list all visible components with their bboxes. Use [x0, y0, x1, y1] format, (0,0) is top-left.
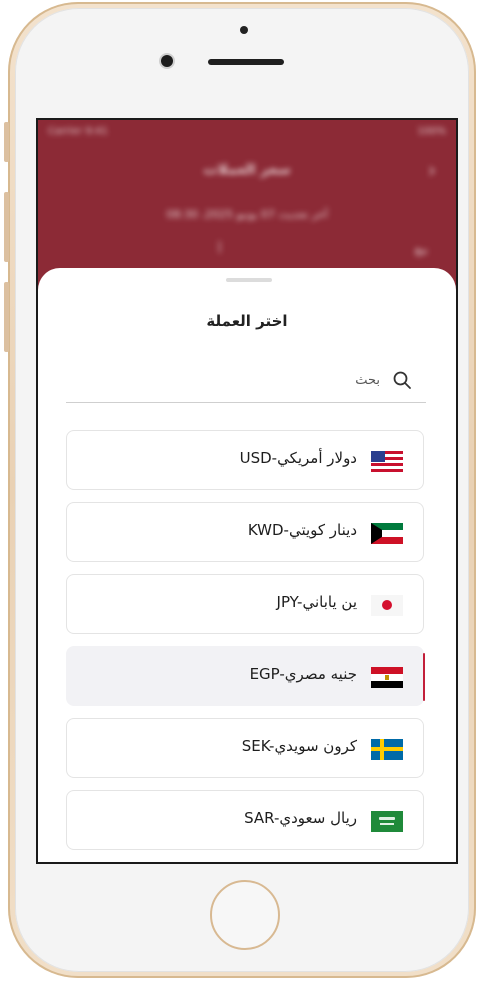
search-input[interactable]	[138, 368, 382, 392]
currency-label: JPY-ين ياباني	[276, 593, 357, 611]
status-right: 100%	[417, 126, 446, 137]
currency-list: USD-دولار أمريكي KWD-دينار كويتي JPY-ين …	[66, 430, 426, 862]
sheet-drag-handle[interactable]	[226, 278, 272, 282]
background-row-right: بيع	[414, 242, 428, 256]
sensor-dot	[240, 26, 248, 34]
back-arrow-icon[interactable]: ›	[428, 158, 436, 182]
app-screen: Carrier 9:41 100% سعر العملات › آخر تحدي…	[36, 118, 458, 864]
egypt-flag-icon	[371, 667, 403, 688]
usa-flag-icon	[371, 451, 403, 472]
mute-switch	[4, 122, 9, 162]
volume-up-button	[4, 192, 9, 262]
background-title: سعر العملات	[203, 162, 291, 178]
earpiece-speaker	[208, 59, 284, 65]
currency-label: USD-دولار أمريكي	[239, 449, 357, 467]
selected-indicator	[423, 653, 425, 701]
currency-item-jpy[interactable]: JPY-ين ياباني	[66, 574, 424, 634]
saudi-flag-icon	[371, 811, 403, 832]
kuwait-flag-icon	[371, 523, 403, 544]
japan-flag-icon	[371, 595, 403, 616]
currency-item-egp[interactable]: EGP-جنيه مصري	[66, 646, 425, 706]
status-left: Carrier 9:41	[48, 126, 108, 137]
currency-item-kwd[interactable]: KWD-دينار كويتي	[66, 502, 424, 562]
status-bar: Carrier 9:41 100%	[48, 126, 446, 138]
search-bar[interactable]	[66, 366, 426, 403]
currency-label: SAR-ريال سعودي	[244, 809, 357, 827]
currency-label: SEK-كرون سويدي	[241, 737, 357, 755]
front-camera	[161, 55, 173, 67]
background-subtitle: آخر تحديث 07 يونيو 2025، 08:30	[166, 208, 328, 221]
sheet-title: اختر العملة	[206, 312, 288, 330]
currency-label: KWD-دينار كويتي	[247, 521, 357, 539]
currency-item-usd[interactable]: USD-دولار أمريكي	[66, 430, 424, 490]
currency-item-sar[interactable]: SAR-ريال سعودي	[66, 790, 424, 850]
home-button[interactable]	[210, 880, 280, 950]
search-icon	[393, 371, 411, 389]
background-row-left: أ	[218, 242, 222, 256]
currency-picker-sheet: اختر العملة USD-دولار أمريكي KWD-دينار ك…	[38, 268, 456, 862]
volume-down-button	[4, 282, 9, 352]
sweden-flag-icon	[371, 739, 403, 760]
currency-label: EGP-جنيه مصري	[249, 665, 357, 683]
currency-item-sek[interactable]: SEK-كرون سويدي	[66, 718, 424, 778]
